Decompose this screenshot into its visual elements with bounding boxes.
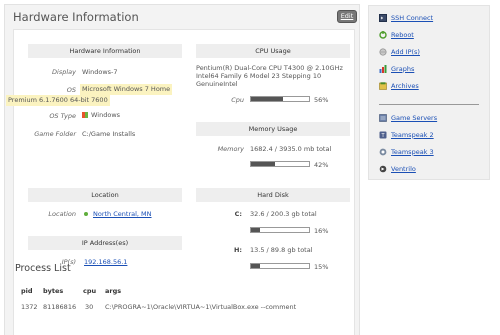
cpu-usage-percent: 56% (314, 96, 329, 104)
disk-h-percent: 15% (314, 263, 329, 271)
memory-label: Memory (217, 145, 244, 153)
cpu-usage-fill (251, 97, 284, 101)
hardware-info-header: Hardware Information (28, 44, 182, 58)
disk-c-percent: 16% (314, 227, 329, 235)
row-cpu: 30 (85, 303, 94, 311)
sidebar-item-game-servers[interactable]: Game Servers (379, 112, 437, 123)
memory-usage-percent: 42% (314, 161, 329, 169)
sidebar-divider (379, 104, 479, 105)
sidebar-link-ssh-connect[interactable]: SSH Connect (391, 14, 433, 22)
process-list-title: Process List (15, 263, 71, 274)
terminal-icon (379, 13, 387, 22)
add-ip-icon (379, 47, 387, 56)
cpu-model-line1: Pentium(R) Dual-Core CPU T4300 @ 2.10GHz (196, 64, 343, 72)
sidebar-item-ssh-connect[interactable]: SSH Connect (379, 12, 433, 23)
sidebar-link-game-servers[interactable]: Game Servers (391, 114, 437, 122)
sidebar-link-add-ips[interactable]: Add IP(s) (391, 48, 420, 56)
column-header-bytes: bytes (43, 287, 64, 295)
display-label: Display (52, 68, 76, 76)
teamspeak-icon: T (379, 131, 387, 139)
location-label: Location (48, 210, 76, 218)
sidebar-item-add-ips[interactable]: Add IP(s) (379, 46, 420, 57)
column-header-pid: pid (21, 287, 33, 295)
location-value-row: North Central, MN (84, 210, 152, 218)
reboot-icon (379, 30, 387, 39)
disk-c-bar (250, 227, 310, 233)
cpu-usage-bar (250, 96, 310, 102)
location-status-icon (84, 212, 88, 216)
cpu-model-line3: GenuineIntel (196, 80, 238, 88)
disk-h-value: 13.5 / 89.8 gb total (250, 246, 313, 254)
sidebar-item-graphs[interactable]: Graphs (379, 63, 414, 74)
column-header-cpu: cpu (83, 287, 97, 295)
action-sidebar: SSH Connect Reboot Add IP(s) Graphs Arch… (368, 5, 490, 180)
column-header-args: args (105, 287, 122, 295)
os-type-value: Windows (82, 111, 120, 119)
sidebar-item-teamspeak-2[interactable]: T Teamspeak 2 (379, 129, 434, 140)
windows-logo-icon (82, 112, 88, 118)
page-title: Hardware Information (13, 10, 139, 24)
sidebar-link-archives[interactable]: Archives (391, 82, 419, 90)
archive-icon (379, 81, 387, 90)
disk-h-fill (251, 264, 260, 268)
server-icon (379, 113, 387, 122)
game-folder-label: Game Folder (34, 130, 76, 138)
memory-value: 1682.4 / 3935.0 mb total (250, 145, 332, 153)
hardware-content: Hardware Information Display Windows-7 O… (6, 29, 355, 335)
row-bytes: 81186816 (43, 303, 77, 311)
sidebar-link-graphs[interactable]: Graphs (391, 65, 414, 73)
graph-icon (379, 64, 387, 73)
os-type-text: Windows (91, 111, 121, 119)
teamspeak3-icon (379, 148, 387, 156)
row-pid: 1372 (21, 303, 38, 311)
location-link[interactable]: North Central, MN (93, 210, 152, 218)
os-value-line2: Premium 6.1.7600 64-bit 7600 (6, 95, 110, 106)
sidebar-link-teamspeak-3[interactable]: Teamspeak 3 (391, 148, 434, 156)
cpu-model-line2: Intel64 Family 6 Model 23 Stepping 10 (196, 72, 322, 80)
os-type-label: OS Type (49, 112, 76, 120)
cpu-label: Cpu (231, 96, 244, 104)
sidebar-item-teamspeak-3[interactable]: Teamspeak 3 (379, 146, 434, 157)
hard-disk-header: Hard Disk (196, 188, 350, 202)
disk-c-value: 32.6 / 200.3 gb total (250, 210, 317, 218)
ventrilo-icon (379, 165, 387, 173)
disk-c-fill (251, 228, 261, 232)
sidebar-item-archives[interactable]: Archives (379, 80, 419, 91)
sidebar-item-reboot[interactable]: Reboot (379, 29, 414, 40)
memory-usage-header: Memory Usage (196, 122, 350, 136)
sidebar-link-teamspeak-2[interactable]: Teamspeak 2 (391, 131, 434, 139)
location-header: Location (28, 188, 182, 202)
os-value-line1: Microsoft Windows 7 Home (80, 84, 173, 95)
game-folder-value: C:/Game Installs (82, 130, 136, 138)
cpu-usage-header: CPU Usage (196, 44, 350, 58)
edit-button[interactable]: Edit (337, 10, 357, 23)
memory-usage-bar (250, 161, 310, 167)
sidebar-link-reboot[interactable]: Reboot (391, 31, 414, 39)
disk-c-label: C: (234, 210, 242, 218)
disk-h-bar (250, 263, 310, 269)
ip-header: IP Address(es) (28, 236, 182, 250)
ip-link[interactable]: 192.168.56.1 (84, 258, 127, 266)
sidebar-item-ventrilo[interactable]: Ventrilo (379, 163, 416, 174)
memory-usage-fill (251, 162, 276, 166)
display-value: Windows-7 (82, 68, 118, 76)
sidebar-link-ventrilo[interactable]: Ventrilo (391, 165, 416, 173)
main-panel: Hardware Information Edit Hardware Infor… (4, 4, 360, 335)
disk-h-label: H: (233, 246, 242, 254)
row-args: C:\PROGRA~1\Oracle\VIRTUA~1\VirtualBox.e… (105, 303, 297, 311)
os-label: OS (66, 86, 76, 94)
